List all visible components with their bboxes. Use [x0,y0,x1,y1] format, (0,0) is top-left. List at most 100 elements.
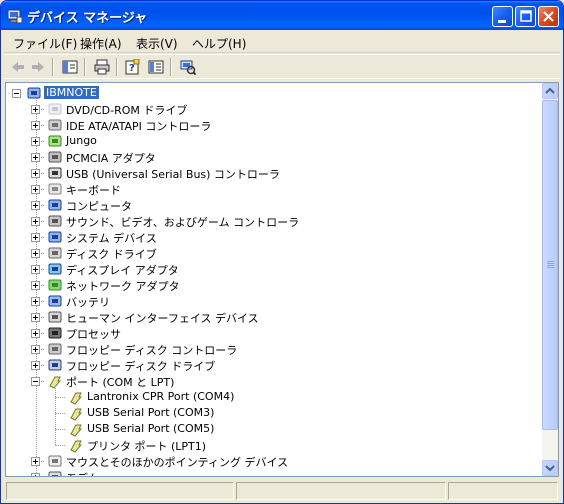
tree-root-node[interactable]: IBMNOTE [6,85,536,101]
tree-category-label: システム デバイス [66,232,157,245]
tree-category-node[interactable]: サウンド、ビデオ、およびゲーム コントローラ [6,213,536,229]
expand-toggle[interactable] [31,313,40,322]
tree-category-label: キーボード [66,184,121,197]
modem-icon [48,471,62,476]
tree-category-node[interactable]: フロッピー ディスク コントローラ [6,341,536,357]
expand-toggle[interactable] [31,361,40,370]
toolbar-separator [84,58,86,76]
tree-category-node[interactable]: キーボード [6,181,536,197]
expand-toggle[interactable] [31,169,40,178]
tree-category-label: モデム [66,470,99,476]
maximize-icon [520,10,532,22]
sound-icon [48,215,62,227]
expand-toggle[interactable] [31,265,40,274]
expand-toggle[interactable] [31,281,40,290]
expand-toggle[interactable] [31,473,40,476]
collapse-toggle[interactable] [31,377,40,386]
system-device-icon [48,231,62,243]
window-title: デバイス マネージャ [27,11,148,26]
floppy-drive-icon [48,359,62,371]
close-button[interactable] [538,6,559,27]
tree-device-node[interactable]: USB Serial Port (COM3) [6,405,536,421]
tree-category-node[interactable]: ヒューマン インターフェイス デバイス [6,309,536,325]
show-hide-tree-button[interactable] [60,58,80,76]
tree-device-label: プリンタ ポート (LPT1) [87,440,207,453]
tree-device-node[interactable]: USB Serial Port (COM5) [6,421,536,437]
tree-category-node[interactable]: USB (Universal Serial Bus) コントローラ [6,165,536,181]
tree-category-label: Jungo [66,134,97,147]
scroll-up-button[interactable] [542,83,558,99]
tree-device-node[interactable]: プリンタ ポート (LPT1) [6,437,536,453]
tree-category-node[interactable]: プロセッサ [6,325,536,341]
tree-category-node[interactable]: フロッピー ディスク ドライブ [6,357,536,373]
expand-toggle[interactable] [31,233,40,242]
tree-category-node[interactable]: ネットワーク アダプタ [6,277,536,293]
expand-toggle[interactable] [31,201,40,210]
details-button[interactable] [146,58,166,76]
device-tree[interactable]: IBMNOTE DVD/CD-ROM ドライブ IDE ATA/ATAPI コントロ… [5,82,559,477]
menu-file[interactable]: ファイル(F) [13,35,77,52]
scroll-thumb[interactable] [542,100,558,430]
expand-toggle[interactable] [31,345,40,354]
tree-category-node[interactable]: ディスク ドライブ [6,245,536,261]
tree-category-node[interactable]: ポート (COM と LPT) [6,373,536,389]
port-icon [70,408,83,421]
floppy-controller-icon [48,343,62,355]
tree-category-node[interactable]: バッテリ [6,293,536,309]
forward-button[interactable] [28,58,48,76]
tree-category-node[interactable]: ディスプレイ アダプタ [6,261,536,277]
tree-category-node[interactable]: Jungo [6,133,536,149]
collapse-toggle[interactable] [12,89,21,98]
menu-view[interactable]: 表示(V) [136,35,178,52]
status-bar [4,479,560,501]
port-icon [70,392,83,405]
properties-button[interactable]: ? [122,58,142,76]
expand-toggle[interactable] [31,457,40,466]
expand-toggle[interactable] [31,329,40,338]
toolbar-separator [52,58,54,76]
expand-toggle[interactable] [31,105,40,114]
tree-category-node[interactable]: IDE ATA/ATAPI コントローラ [6,117,536,133]
tree-category-label: プロセッサ [66,328,121,341]
menu-action[interactable]: 操作(A) [80,35,122,52]
print-button[interactable] [92,58,112,76]
vertical-scrollbar[interactable] [542,83,558,476]
expand-toggle[interactable] [31,249,40,258]
tree-category-label: ディスプレイ アダプタ [66,264,179,277]
title-bar[interactable]: デバイス マネージャ [1,1,563,30]
tree-category-label: ヒューマン インターフェイス デバイス [66,312,259,325]
maximize-button[interactable] [515,6,536,27]
battery-icon [48,295,62,307]
computer-icon [48,199,62,211]
tree-category-label: ネットワーク アダプタ [66,280,180,293]
tree-category-node[interactable]: コンピュータ [6,197,536,213]
expand-toggle[interactable] [31,185,40,194]
tree-category-label: バッテリ [66,296,110,309]
expand-toggle[interactable] [31,297,40,306]
minimize-button[interactable] [492,6,513,27]
scroll-down-button[interactable] [542,460,558,476]
tree-root-label: IBMNOTE [44,86,99,99]
scan-hardware-icon [180,60,196,75]
tree-pane-icon [62,60,78,74]
back-arrow-icon [12,62,24,72]
toolbar-separator [170,58,172,76]
expand-toggle[interactable] [31,137,40,146]
tree-category-node[interactable]: モデム [6,469,536,476]
mouse-icon [48,455,62,467]
expand-toggle[interactable] [31,217,40,226]
tree-category-node[interactable]: DVD/CD-ROM ドライブ [6,101,536,117]
menu-help[interactable]: ヘルプ(H) [192,35,246,52]
back-button[interactable] [8,58,28,76]
scan-hardware-button[interactable] [178,58,198,76]
svg-text:?: ? [129,63,135,74]
tree-category-node[interactable]: マウスとそのほかのポインティング デバイス [6,453,536,469]
tree-device-node[interactable]: Lantronix CPR Port (COM4) [6,389,536,405]
tree-category-label: サウンド、ビデオ、およびゲーム コントローラ [66,216,300,229]
tree-category-node[interactable]: PCMCIA アダプタ [6,149,536,165]
expand-toggle[interactable] [31,153,40,162]
expand-toggle[interactable] [31,121,40,130]
tree-category-label: IDE ATA/ATAPI コントローラ [66,120,212,133]
tree-category-node[interactable]: システム デバイス [6,229,536,245]
board-icon [48,135,62,147]
